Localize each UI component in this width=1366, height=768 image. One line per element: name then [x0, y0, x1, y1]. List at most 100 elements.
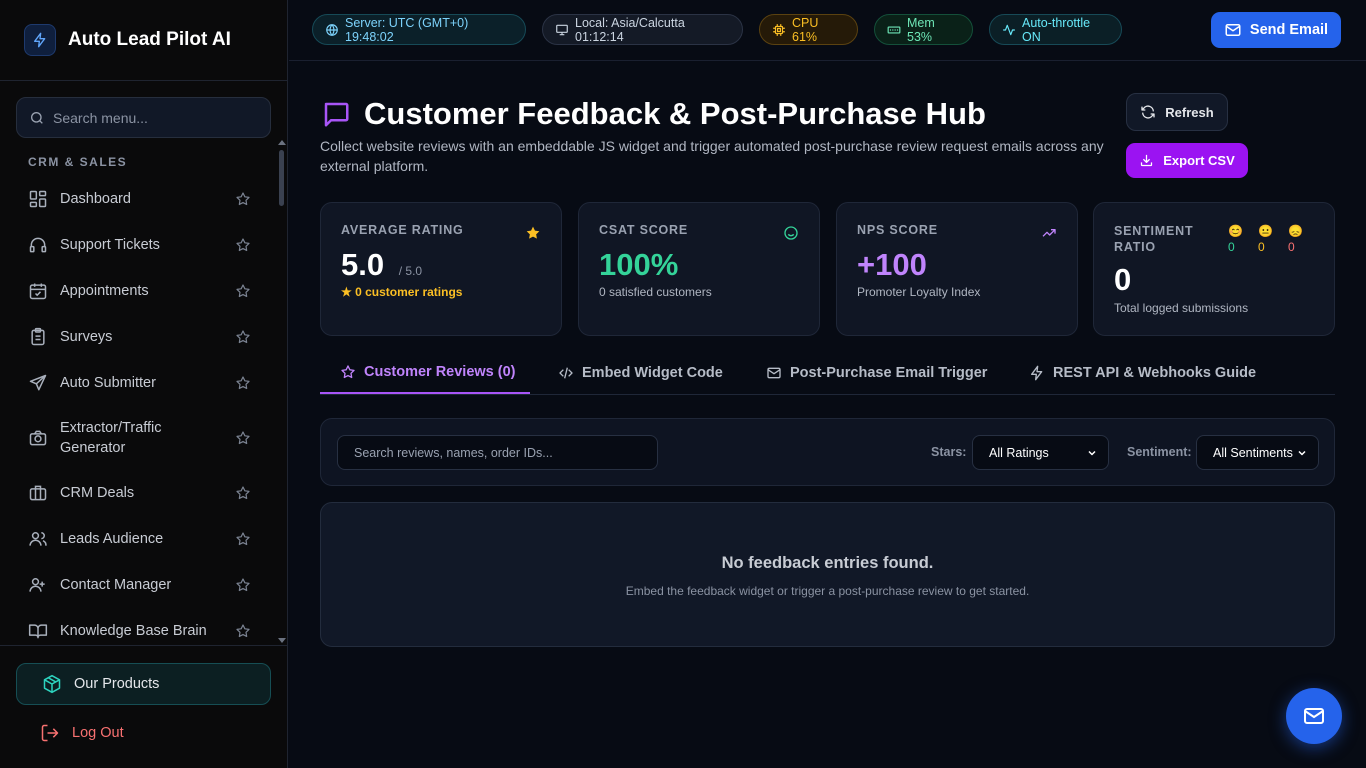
sidebar-item-label: Auto Submitter: [60, 375, 156, 391]
lightning-icon: [24, 24, 56, 56]
monitor-icon: [555, 23, 575, 37]
page-title: Customer Feedback & Post-Purchase Hub: [364, 96, 986, 131]
star-icon[interactable]: [235, 329, 251, 345]
cpu-text: CPU 61%: [792, 15, 819, 44]
sidebar-item-label: Leads Audience: [60, 531, 164, 547]
star-icon[interactable]: [235, 283, 251, 299]
sidebar-item-label: Support Tickets: [60, 237, 160, 253]
average-rating-card: AVERAGE RATING 5.0 / 5.0 ★ 0 customer ra…: [320, 202, 562, 336]
feedback-tabs: Customer Reviews (0) Embed Widget Code P…: [320, 352, 1335, 395]
logout-icon: [40, 723, 60, 743]
sidebar-menu: Dashboard Support Tickets Appointments S…: [16, 176, 274, 654]
sentiment-negative: 😞 0: [1288, 223, 1318, 255]
send-email-button[interactable]: Send Email: [1211, 12, 1341, 48]
sidebar-search[interactable]: [16, 97, 271, 138]
tab-label: Post-Purchase Email Trigger: [790, 365, 988, 381]
server-time-text: Server: UTC (GMT+0) 19:48:02: [345, 15, 469, 44]
local-time-text: Local: Asia/Calcutta 01:12:14: [575, 15, 685, 44]
nps-score-card: NPS SCORE +100 Promoter Loyalty Index: [836, 202, 1078, 336]
scroll-down-arrow[interactable]: [278, 638, 286, 643]
sidebar-search-input[interactable]: [53, 109, 253, 126]
star-icon[interactable]: [235, 191, 251, 207]
dashboard-icon: [28, 189, 48, 209]
refresh-button[interactable]: Refresh: [1126, 93, 1228, 131]
sidebar: Auto Lead Pilot AI CRM & SALES Dashboard…: [0, 0, 288, 768]
download-icon: [1139, 153, 1163, 168]
tab-label: Embed Widget Code: [582, 365, 723, 381]
sidebar-item-surveys[interactable]: Surveys: [16, 314, 274, 360]
scroll-up-arrow[interactable]: [278, 140, 286, 145]
zap-icon: [1029, 365, 1053, 381]
tab-customer-reviews[interactable]: Customer Reviews (0): [320, 352, 530, 394]
floating-mail-button[interactable]: [1286, 688, 1342, 744]
sidebar-item-extractor-traffic-generator[interactable]: Extractor/Traffic Generator: [16, 406, 274, 470]
brand-title: Auto Lead Pilot AI: [68, 29, 231, 50]
refresh-label: Refresh: [1165, 104, 1214, 120]
send-email-label: Send Email: [1249, 22, 1329, 38]
chevron-down-icon: [1296, 447, 1308, 459]
mail-icon: [766, 365, 790, 381]
local-time-chip: Local: Asia/Calcutta 01:12:14: [542, 14, 743, 45]
cpu-chip: CPU 61%: [759, 14, 858, 45]
sidebar-item-contact-manager[interactable]: Contact Manager: [16, 562, 274, 608]
tab-embed-widget-code[interactable]: Embed Widget Code: [558, 352, 723, 394]
sentiment-filter-select[interactable]: All Sentiments: [1196, 435, 1319, 470]
star-icon[interactable]: [235, 623, 251, 639]
package-icon: [42, 674, 62, 694]
sidebar-item-appointments[interactable]: Appointments: [16, 268, 274, 314]
sidebar-item-leads-audience[interactable]: Leads Audience: [16, 516, 274, 562]
sidebar-item-auto-submitter[interactable]: Auto Submitter: [16, 360, 274, 406]
average-rating-value: 5.0 / 5.0: [341, 247, 422, 283]
positive-count: 0: [1228, 240, 1235, 254]
reviews-empty-state: No feedback entries found. Embed the fee…: [320, 502, 1335, 647]
star-icon[interactable]: [235, 237, 251, 253]
review-filter-bar: Stars: All Ratings Sentiment: All Sentim…: [320, 418, 1335, 486]
csat-score-card: CSAT SCORE 100% 0 satisfied customers: [578, 202, 820, 336]
star-icon[interactable]: [235, 430, 251, 446]
auto-throttle-text: Auto-throttle ON: [1022, 15, 1091, 44]
mail-icon: [1302, 704, 1326, 728]
empty-state-subtitle: Embed the feedback widget or trigger a p…: [625, 584, 1030, 598]
section-label-crm-sales: CRM & SALES: [28, 155, 128, 169]
sidebar-item-label: Appointments: [60, 283, 149, 299]
refresh-icon: [1140, 104, 1165, 120]
star-icon[interactable]: [235, 577, 251, 593]
total-submissions-value: 0: [1114, 262, 1132, 297]
sidebar-item-crm-deals[interactable]: CRM Deals: [16, 470, 274, 516]
sidebar-item-label: Dashboard: [60, 191, 131, 207]
sentiment-filter-label: Sentiment:: [1127, 445, 1192, 459]
top-bar: Server: UTC (GMT+0) 19:48:02 Local: Asia…: [289, 0, 1366, 61]
export-csv-button[interactable]: Export CSV: [1126, 143, 1248, 178]
server-time-chip: Server: UTC (GMT+0) 19:48:02: [312, 14, 526, 45]
promoter-loyalty-index: Promoter Loyalty Index: [857, 285, 981, 299]
users-icon: [28, 529, 48, 549]
auto-throttle-chip[interactable]: Auto-throttle ON: [989, 14, 1122, 45]
brand[interactable]: Auto Lead Pilot AI: [0, 0, 287, 81]
trending-up-icon: [1041, 225, 1057, 241]
sidebar-item-dashboard[interactable]: Dashboard: [16, 176, 274, 222]
book-icon: [28, 621, 48, 641]
average-rating-number: 5.0: [341, 247, 385, 282]
sidebar-item-label: Extractor/Traffic Generator: [60, 420, 162, 456]
search-icon: [29, 110, 45, 126]
sentiment-breakdown: 😊 0 😐 0 😞 0: [1228, 223, 1318, 255]
star-icon[interactable]: [235, 375, 251, 391]
stars-filter-select[interactable]: All Ratings: [972, 435, 1109, 470]
sidebar-scrollbar-thumb[interactable]: [279, 150, 284, 206]
empty-state-title: No feedback entries found.: [721, 554, 934, 572]
tab-rest-api-webhooks-guide[interactable]: REST API & Webhooks Guide: [1029, 352, 1256, 394]
logout-button[interactable]: Log Out: [28, 723, 124, 743]
our-products-button[interactable]: Our Products: [16, 663, 271, 705]
star-icon[interactable]: [235, 485, 251, 501]
sentiment-positive: 😊 0: [1228, 223, 1258, 255]
message-square-icon: [320, 99, 352, 129]
sidebar-item-label: CRM Deals: [60, 485, 135, 501]
happy-face-icon: 😊: [1228, 224, 1243, 238]
sidebar-item-support-tickets[interactable]: Support Tickets: [16, 222, 274, 268]
tab-post-purchase-email-trigger[interactable]: Post-Purchase Email Trigger: [766, 352, 987, 394]
our-products-label: Our Products: [74, 676, 160, 692]
review-search-input[interactable]: [337, 435, 658, 470]
average-rating-suffix: / 5.0: [398, 264, 423, 278]
star-icon[interactable]: [235, 531, 251, 547]
logout-label: Log Out: [72, 725, 124, 741]
